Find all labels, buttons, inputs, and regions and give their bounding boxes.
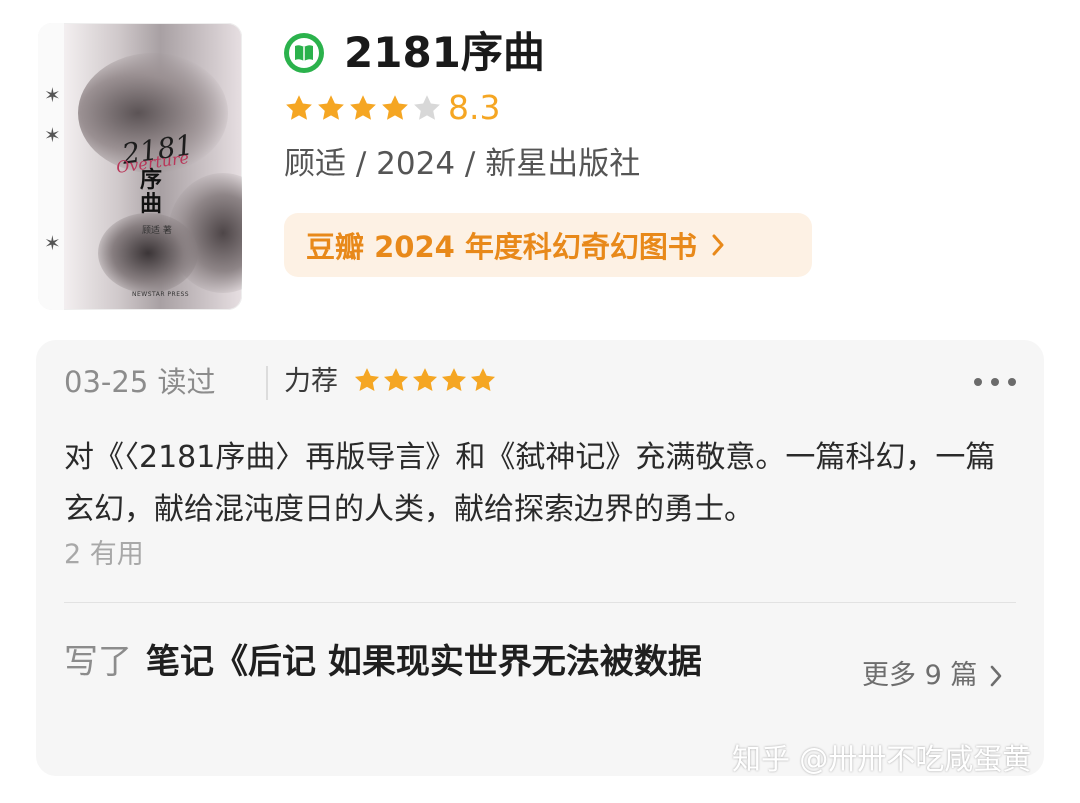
- star-icon: [441, 368, 467, 391]
- star-icon: [470, 368, 496, 391]
- chevron-right-icon: [991, 665, 1002, 687]
- note-link[interactable]: 笔记《后记 如果现实世界无法被数据: [146, 637, 702, 687]
- rating-score: 8.3: [448, 88, 501, 127]
- book-icon: [284, 33, 324, 73]
- star-icon: [414, 95, 440, 120]
- star-icon: [286, 95, 312, 120]
- review-text: 对《〈2181序曲〉再版导言》和《弑神记》充满敬意。一篇科幻，一篇玄幻，献给混沌…: [64, 440, 996, 527]
- review-stars: [353, 366, 498, 394]
- cover-title-cn: 序曲: [140, 167, 163, 217]
- book-title[interactable]: 2181序曲: [344, 26, 545, 80]
- cover-edge-strip: [38, 23, 64, 310]
- divider: [266, 366, 268, 400]
- more-notes-link[interactable]: 更多 9 篇: [862, 656, 1003, 696]
- badge-label: 豆瓣 2024 年度科幻奇幻图书: [306, 230, 697, 264]
- book-cover[interactable]: ✶ ✶ ✶ 2181 Overture 序曲 顾适 著 NEWSTAR PRES…: [38, 23, 242, 310]
- cover-author: 顾适 著: [142, 226, 172, 236]
- cover-asterisk-icon: ✶: [44, 123, 61, 147]
- divider: [64, 602, 1016, 603]
- star-icon: [354, 368, 380, 391]
- watermark: 知乎 @卅卅不吃咸蛋黄: [732, 742, 1032, 776]
- star-icon: [318, 95, 344, 120]
- more-notes-label: 更多 9 篇: [862, 660, 978, 691]
- star-icon: [350, 95, 376, 120]
- star-icon: [412, 368, 438, 391]
- note-prefix: 写了: [64, 642, 132, 682]
- useful-count[interactable]: 2 有用: [64, 535, 144, 575]
- recommend-label: 力荐: [284, 366, 338, 397]
- chevron-right-icon: [712, 234, 724, 256]
- annual-award-badge[interactable]: 豆瓣 2024 年度科幻奇幻图书: [284, 213, 812, 277]
- cover-asterisk-icon: ✶: [44, 231, 61, 255]
- review-card: [36, 340, 1044, 776]
- cover-asterisk-icon: ✶: [44, 83, 61, 107]
- cover-publisher-mark: NEWSTAR PRESS: [132, 291, 190, 298]
- more-options-icon[interactable]: [974, 372, 1016, 392]
- book-meta: 顾适 / 2024 / 新星出版社: [284, 146, 641, 182]
- star-icon: [382, 95, 408, 120]
- star-icon: [383, 368, 409, 391]
- review-date: 03-25 读过: [64, 365, 216, 399]
- rating-stars: [284, 90, 444, 126]
